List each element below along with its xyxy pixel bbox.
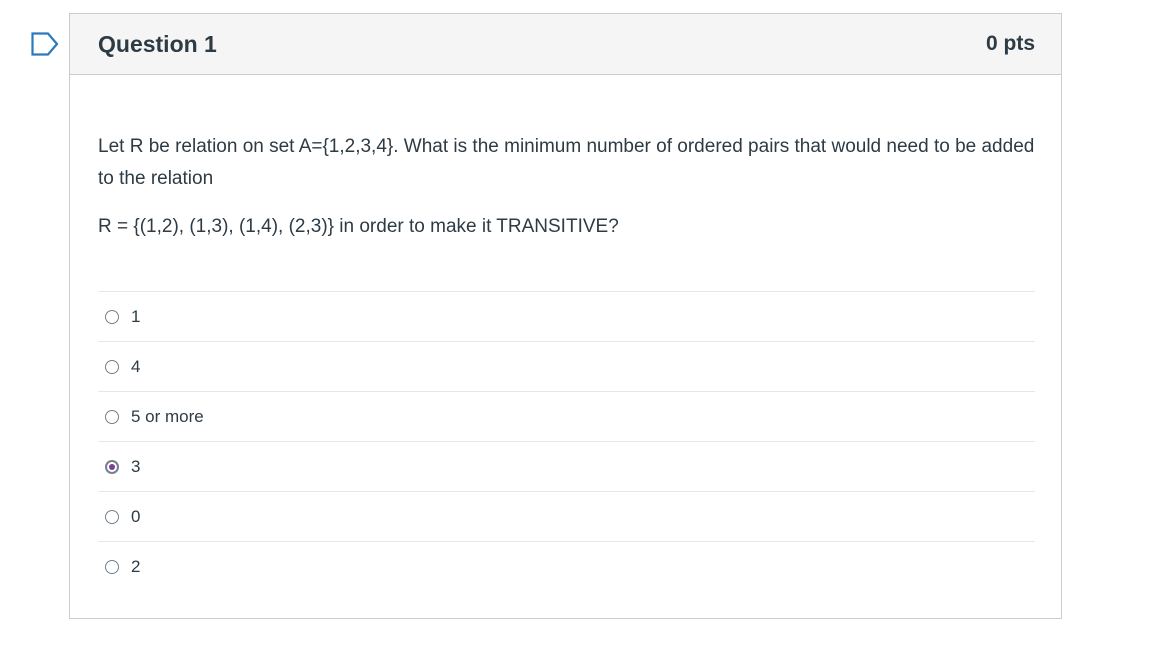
answer-label: 1	[131, 306, 141, 326]
radio-button[interactable]	[105, 359, 119, 374]
radio-button-selected[interactable]	[105, 459, 119, 474]
answer-list: 1 4 5 or more 3 0 2	[98, 291, 1035, 592]
question-card: Question 1 0 pts Let R be relation on se…	[69, 13, 1062, 619]
radio-button[interactable]	[105, 560, 119, 574]
quiz-page: Question 1 0 pts Let R be relation on se…	[0, 0, 1176, 646]
answer-label: 0	[131, 506, 141, 526]
answer-label: 2	[131, 557, 141, 576]
answer-option-selected[interactable]: 3	[98, 442, 1035, 492]
answer-option[interactable]: 1	[98, 292, 1035, 342]
radio-button[interactable]	[105, 509, 119, 524]
question-text-relation: R = {(1,2), (1,3), (1,4), (2,3)} in orde…	[98, 216, 619, 237]
answer-label: 3	[131, 456, 141, 476]
question-text: Let R be relation on set A={1,2,3,4}. Wh…	[98, 136, 1035, 189]
answer-option[interactable]: 0	[98, 492, 1035, 542]
answer-option[interactable]: 2	[98, 542, 1035, 592]
question-body: Let R be relation on set A={1,2,3,4}. Wh…	[70, 75, 1061, 592]
question-points: 0 pts	[985, 32, 1035, 55]
flag-question-icon[interactable]	[31, 32, 59, 56]
question-title: Question 1	[98, 30, 217, 57]
radio-button[interactable]	[105, 309, 119, 324]
answer-option[interactable]: 5 or more	[98, 392, 1035, 442]
answer-option[interactable]: 4	[98, 342, 1035, 392]
question-header: Question 1 0 pts	[70, 14, 1061, 75]
answer-label: 5 or more	[131, 406, 204, 426]
answer-label: 4	[131, 356, 141, 376]
radio-button[interactable]	[105, 409, 119, 424]
